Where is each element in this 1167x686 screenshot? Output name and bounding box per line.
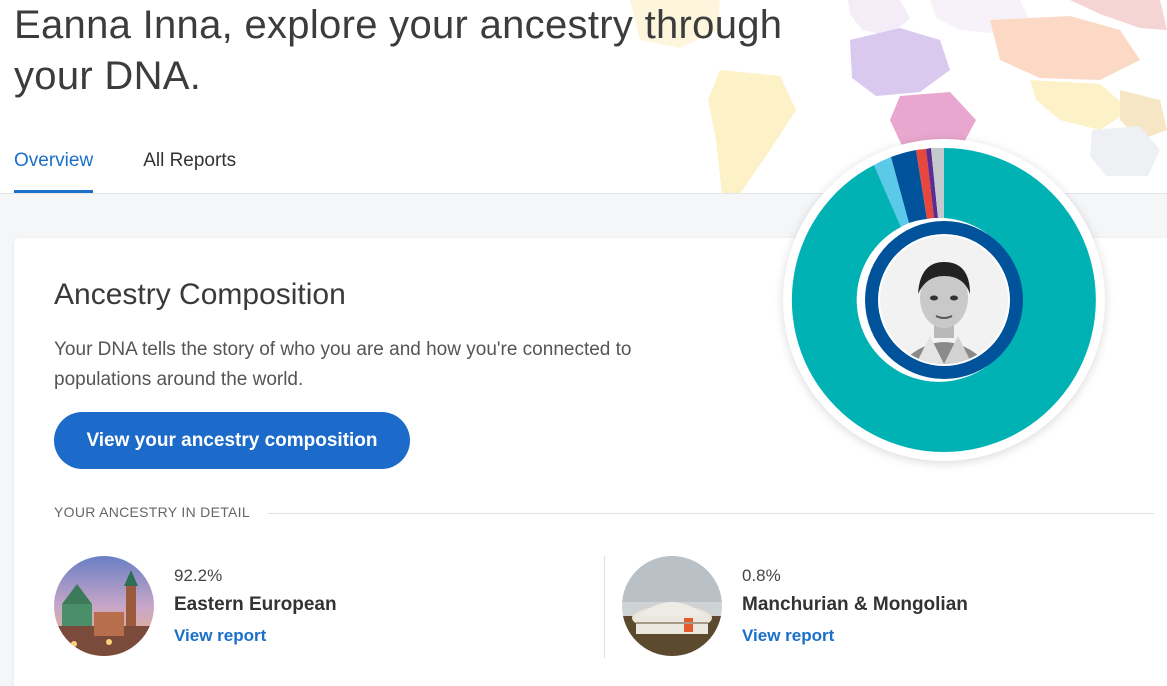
manchurian-mongolian-thumbnail xyxy=(622,556,722,656)
tab-bar: Overview All Reports xyxy=(14,138,286,193)
ancestry-detail-heading: YOUR ANCESTRY IN DETAIL xyxy=(54,504,250,520)
divider xyxy=(268,513,1154,514)
tab-all-reports[interactable]: All Reports xyxy=(143,138,236,193)
card-title: Ancestry Composition xyxy=(54,278,346,311)
user-avatar[interactable] xyxy=(880,236,1008,364)
card-description: Your DNA tells the story of who you are … xyxy=(54,339,632,390)
population-name: Manchurian & Mongolian xyxy=(742,594,968,615)
population-item-manchurian-mongolian: 0.8% Manchurian & Mongolian View report xyxy=(622,556,1142,658)
population-name: Eastern European xyxy=(174,594,337,615)
view-ancestry-composition-button[interactable]: View your ancestry composition xyxy=(54,412,410,469)
view-report-link[interactable]: View report xyxy=(174,626,266,646)
tab-overview[interactable]: Overview xyxy=(14,138,94,193)
population-item-eastern-european: 92.2% Eastern European View report xyxy=(54,556,574,658)
population-percent: 92.2% xyxy=(174,566,223,585)
page-headline: Eanna Inna, explore your ancestry throug… xyxy=(14,3,783,98)
population-percent: 0.8% xyxy=(742,566,781,585)
eastern-european-thumbnail xyxy=(54,556,154,656)
view-report-link[interactable]: View report xyxy=(742,626,834,646)
divider xyxy=(604,556,605,658)
ancestry-donut-chart[interactable] xyxy=(783,139,1105,461)
